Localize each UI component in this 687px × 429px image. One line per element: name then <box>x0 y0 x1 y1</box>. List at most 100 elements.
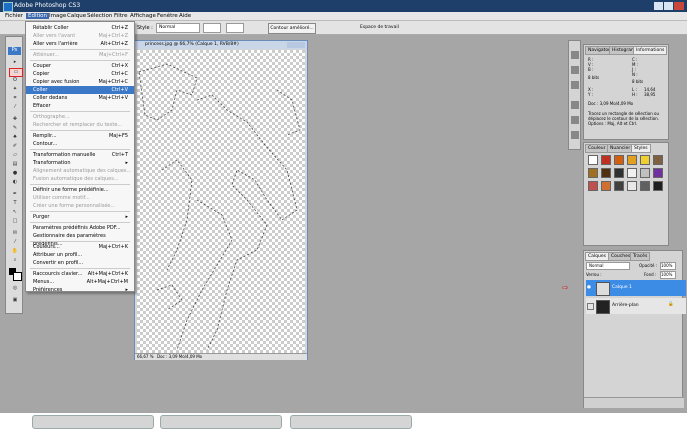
notes-icon[interactable]: ✉ <box>9 230 21 237</box>
magic-wand-icon[interactable]: ✦ <box>9 86 21 93</box>
layer-row-calque-1[interactable]: ● Calque 1 <box>586 280 686 296</box>
style-swatch[interactable] <box>588 181 598 191</box>
clone-stamp-icon[interactable]: ♠ <box>9 134 21 141</box>
style-swatch[interactable] <box>614 181 624 191</box>
tab-nuancier[interactable]: Nuancier <box>607 144 634 153</box>
edit-menu-item[interactable]: Rétablir Coller Ctrl+Z <box>26 24 134 32</box>
width-input[interactable] <box>203 23 221 33</box>
edit-menu-item[interactable]: Convertir en profil... <box>26 259 134 267</box>
brush-tool-icon[interactable]: ✎ <box>9 125 21 132</box>
eyedropper-icon[interactable]: ⁄ <box>9 104 21 111</box>
history-icon[interactable] <box>571 66 579 74</box>
edit-menu-item[interactable]: Coller Ctrl+V <box>26 86 134 94</box>
tab-couleur[interactable]: Couleur <box>585 144 609 153</box>
healing-brush-icon[interactable]: ✚ <box>9 116 21 123</box>
height-input[interactable] <box>226 23 244 33</box>
edit-menu-item[interactable]: Gestionnaire des paramètres prédéfinis..… <box>26 232 134 247</box>
tab-calques[interactable]: Calques <box>585 252 609 261</box>
edit-menu-item[interactable]: Menus... Alt+Maj+Ctrl+M <box>26 278 134 286</box>
background-color-swatch[interactable] <box>13 272 22 281</box>
style-swatch[interactable] <box>588 168 598 178</box>
style-swatch[interactable] <box>601 168 611 178</box>
fill-input[interactable]: 100% <box>660 271 676 279</box>
style-swatch[interactable] <box>653 168 663 178</box>
close-button[interactable] <box>674 2 684 10</box>
menu-fichier[interactable]: Fichier <box>3 13 25 19</box>
maximize-button[interactable] <box>664 2 673 10</box>
taskbar-item[interactable] <box>32 415 154 429</box>
style-select[interactable]: Normal <box>156 23 200 33</box>
edit-menu-item[interactable]: Copier Ctrl+C <box>26 70 134 78</box>
edit-menu-item[interactable]: Effacer <box>26 102 134 110</box>
style-swatch[interactable] <box>614 155 624 165</box>
zoom-level[interactable]: 66,67 % <box>137 354 154 359</box>
style-swatch[interactable] <box>588 155 598 165</box>
edit-menu-item[interactable]: Couper Ctrl+X <box>26 62 134 70</box>
paragraph-icon[interactable] <box>571 131 579 139</box>
hand-tool-icon[interactable]: ✋ <box>9 248 21 255</box>
blend-mode-select[interactable]: Normal <box>586 262 630 270</box>
actions-icon[interactable] <box>571 81 579 89</box>
edit-menu-item[interactable]: Définir une forme prédéfinie... <box>26 186 134 194</box>
workspace-menu[interactable]: Espace de travail <box>360 23 410 32</box>
brushes-icon[interactable] <box>571 101 579 109</box>
style-swatch[interactable] <box>627 155 637 165</box>
taskbar-item[interactable] <box>160 415 282 429</box>
edit-menu-item[interactable]: Couleurs... Maj+Ctrl+K <box>26 243 134 251</box>
character-icon[interactable] <box>571 116 579 124</box>
style-swatch[interactable] <box>601 181 611 191</box>
edit-menu-item[interactable]: Copier avec fusion Maj+Ctrl+C <box>26 78 134 86</box>
edit-menu-item[interactable]: Paramètres prédéfinis Adobe PDF... <box>26 224 134 232</box>
edit-menu-item[interactable]: Coller dedans Maj+Ctrl+V <box>26 94 134 102</box>
menu-edition[interactable]: Edition <box>26 13 50 19</box>
edit-menu-item[interactable]: Attribuer un profil... <box>26 251 134 259</box>
style-swatch[interactable] <box>614 168 624 178</box>
layer-row-background[interactable]: Arrière-plan 🔒 <box>586 298 686 314</box>
edit-menu-item[interactable]: Transformation ▸ <box>26 159 134 167</box>
style-swatch[interactable] <box>653 155 663 165</box>
style-swatch[interactable] <box>640 168 650 178</box>
dodge-icon[interactable]: ◐ <box>9 179 21 186</box>
taskbar-item[interactable] <box>290 415 412 429</box>
history-brush-icon[interactable]: ✐ <box>9 143 21 150</box>
marquee-tool-icon[interactable]: ▭ <box>9 68 23 77</box>
edit-menu-item[interactable]: Aller vers l'arrière Alt+Ctrl+Z <box>26 40 134 48</box>
menu-filtre[interactable]: Filtre <box>112 13 130 19</box>
screen-mode-icon[interactable]: ▣ <box>9 297 21 304</box>
refine-edge-button[interactable]: Contour amélioré... <box>268 23 316 34</box>
style-swatch[interactable] <box>627 181 637 191</box>
edit-menu-item[interactable]: Remplir... Maj+F5 <box>26 132 134 140</box>
gradient-icon[interactable]: ▤ <box>9 161 21 168</box>
type-tool-icon[interactable]: T <box>9 200 21 207</box>
move-tool-icon[interactable]: ▸ <box>9 59 21 66</box>
edit-menu-item[interactable]: Raccourcis clavier... Alt+Maj+Ctrl+K <box>26 270 134 278</box>
style-swatch[interactable] <box>640 181 650 191</box>
style-swatch[interactable] <box>601 155 611 165</box>
edit-menu-item[interactable]: Transformation manuelle Ctrl+T <box>26 151 134 159</box>
minimize-button[interactable] <box>654 2 663 10</box>
edit-menu-item[interactable]: Purger ▸ <box>26 213 134 221</box>
edit-menu-item[interactable]: Contour... <box>26 140 134 148</box>
menu-affichage[interactable]: Affichage <box>128 13 158 19</box>
lasso-tool-icon[interactable]: ʘ <box>9 77 21 84</box>
eyedropper2-icon[interactable]: ⁄ <box>9 239 21 246</box>
window-controls[interactable] <box>654 2 684 10</box>
style-swatch[interactable] <box>640 155 650 165</box>
visibility-box[interactable] <box>587 303 594 310</box>
eye-icon[interactable]: ● <box>587 285 592 290</box>
navigator-icon[interactable] <box>571 51 579 59</box>
blur-icon[interactable]: ● <box>9 170 21 177</box>
tab-informations[interactable]: Informations <box>633 46 668 55</box>
pen-tool-icon[interactable]: ✒ <box>9 191 21 198</box>
menu-aide[interactable]: Aide <box>177 13 193 19</box>
style-swatch[interactable] <box>627 168 637 178</box>
eraser-icon[interactable]: ▱ <box>9 152 21 159</box>
path-select-icon[interactable]: ↖ <box>9 209 21 216</box>
tab-styles[interactable]: Styles <box>631 144 651 153</box>
tab-traces[interactable]: Tracés <box>630 252 651 261</box>
edit-menu-item[interactable]: Préférences ▸ <box>26 286 134 294</box>
menu-selection[interactable]: Sélection <box>85 13 114 19</box>
opacity-input[interactable]: 100% <box>660 262 676 270</box>
crop-tool-icon[interactable]: ⌗ <box>9 95 21 102</box>
document-window-controls[interactable] <box>287 42 305 48</box>
